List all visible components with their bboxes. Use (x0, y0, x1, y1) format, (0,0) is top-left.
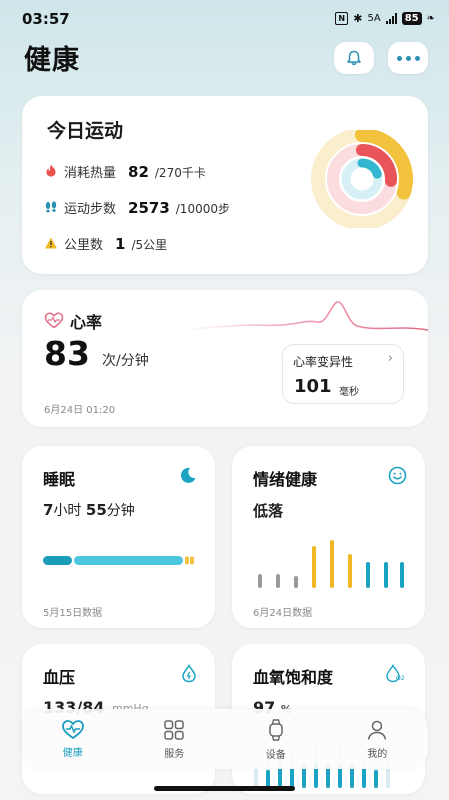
status-time: 03:57 (22, 10, 70, 28)
ring-progress-distance (357, 158, 382, 179)
sleep-title: 睡眠 (43, 470, 76, 489)
distance-row: 公里数 1 /5公里 (44, 234, 167, 253)
mood-bars (258, 540, 404, 588)
grid-icon (164, 719, 184, 740)
bottom-nav: 健康 服务 设备 我的 (22, 709, 428, 769)
sleep-hours-unit: 小时 (53, 503, 82, 519)
svg-text:O2: O2 (396, 675, 405, 682)
nav-item-devices[interactable]: 设备 (241, 718, 311, 761)
heart-pulse-icon (61, 720, 84, 740)
nav-item-me[interactable]: 我的 (342, 719, 412, 760)
bluetooth-icon: ✱ (353, 12, 363, 25)
spo2-title: 血氧饱和度 (253, 668, 334, 687)
calories-row: 消耗热量 82 /270千卡 (44, 162, 206, 181)
blood-pressure-title: 血压 (43, 668, 76, 687)
more-icon (396, 55, 420, 61)
moon-icon (180, 467, 196, 483)
activity-card[interactable]: 今日运动 消耗热量 82 /270千卡 运动步数 2573 /10000步 公里… (22, 96, 428, 274)
nav-label-health: 健康 (62, 748, 83, 759)
notifications-button[interactable] (334, 42, 374, 74)
distance-value: 1 (115, 235, 126, 253)
page-title: 健康 (24, 45, 80, 76)
sleep-duration: 7小时 55分钟 (43, 500, 135, 520)
distance-unit: /5公里 (131, 238, 168, 252)
calories-value: 82 (128, 163, 149, 181)
mood-card[interactable]: 情绪健康 低落 6月24日数据 (232, 446, 425, 628)
heart-rate-value: 83 (44, 334, 90, 373)
home-indicator[interactable] (154, 786, 295, 791)
leaf-icon: ❧ (426, 13, 435, 24)
more-button[interactable] (388, 42, 428, 74)
heart-icon (44, 312, 64, 329)
mood-status: 低落 (253, 502, 284, 520)
heart-rate-date: 6月24日 01:20 (44, 405, 116, 416)
oxygen-icon: O2 (386, 664, 405, 683)
sleep-minutes: 55 (85, 501, 107, 519)
smiley-icon (388, 466, 407, 485)
heart-rate-wave (182, 301, 428, 331)
warning-icon (45, 237, 57, 249)
battery-level: 85 (401, 12, 422, 25)
nav-label-me: 我的 (367, 748, 388, 760)
steps-value: 2573 (128, 199, 170, 217)
heart-rate-card[interactable]: 心率 83 次/分钟 6月24日 01:20 心率变异性 › 101 毫秒 (22, 290, 428, 427)
distance-label: 公里数 (64, 238, 104, 253)
activity-rings (311, 130, 413, 228)
signal-icon (385, 13, 397, 24)
nav-item-services[interactable]: 服务 (139, 719, 209, 760)
nav-label-services: 服务 (164, 748, 185, 760)
steps-label: 运动步数 (64, 202, 117, 217)
chevron-right-icon: › (387, 351, 393, 366)
steps-row: 运动步数 2573 /10000步 (44, 198, 230, 217)
bell-icon (347, 50, 361, 66)
flame-icon (46, 164, 56, 177)
nfc-icon: N (335, 12, 349, 25)
status-icons: N ✱ 5A 85 ❧ (335, 12, 435, 25)
footprints-icon (45, 201, 57, 213)
sleep-card[interactable]: 睡眠 7小时 55分钟 5月15日数据 (22, 446, 215, 628)
mood-title: 情绪健康 (253, 470, 318, 489)
nav-label-devices: 设备 (265, 749, 286, 761)
hrv-value: 101 (294, 376, 332, 397)
hrv-unit: 毫秒 (339, 387, 359, 398)
sleep-minutes-unit: 分钟 (106, 503, 135, 519)
calories-unit: /270千卡 (154, 166, 206, 180)
hrv-button[interactable]: 心率变异性 › 101 毫秒 (282, 344, 404, 404)
heart-rate-title: 心率 (70, 313, 103, 332)
status-bar: 03:57 N ✱ 5A 85 ❧ (0, 0, 449, 40)
droplet-icon (182, 664, 196, 683)
hrv-title: 心率变异性 (293, 355, 354, 369)
nav-item-health[interactable]: 健康 (38, 719, 108, 759)
sleep-date: 5月15日数据 (43, 608, 103, 619)
heart-rate-unit: 次/分钟 (102, 353, 149, 369)
calories-label: 消耗热量 (64, 166, 117, 181)
mood-date: 6月24日数据 (253, 608, 313, 619)
steps-unit: /10000步 (175, 202, 230, 216)
user-icon (368, 720, 387, 740)
activity-title: 今日运动 (47, 120, 124, 142)
network-type: 5A (367, 13, 381, 24)
watch-icon (269, 718, 283, 741)
sleep-stages-bar (43, 556, 194, 565)
sleep-hours: 7 (43, 501, 54, 519)
